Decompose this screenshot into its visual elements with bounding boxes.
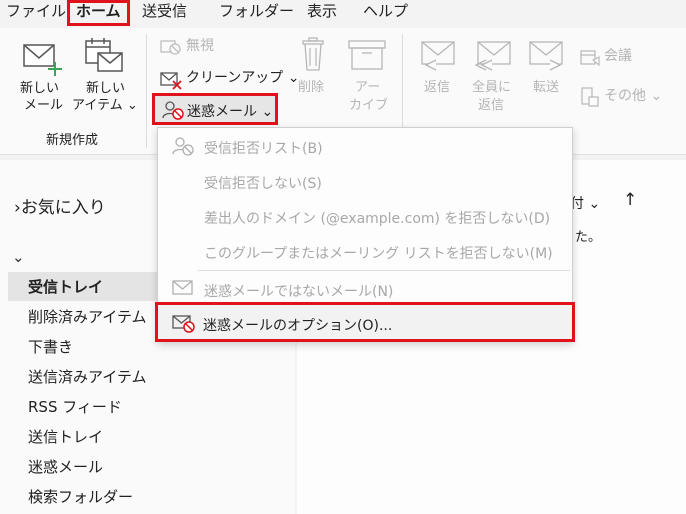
chevron-down-icon[interactable]: ⌄ bbox=[12, 248, 25, 266]
folder-search[interactable]: 検索フォルダー bbox=[28, 486, 133, 507]
folder-inbox[interactable]: 受信トレイ bbox=[28, 276, 103, 297]
menu-item-never-block-sender[interactable]: 受信拒否しない(S) bbox=[204, 173, 322, 193]
archive-label-1: アー bbox=[355, 80, 381, 95]
new-item-label-1: 新しい bbox=[86, 81, 126, 96]
reply-all-icon bbox=[474, 41, 511, 71]
folder-deleted[interactable]: 削除済みアイテム bbox=[28, 306, 147, 327]
tab-view[interactable]: 表示 bbox=[307, 0, 337, 24]
folder-outbox[interactable]: 送信トレイ bbox=[28, 426, 103, 447]
folder-drafts[interactable]: 下書き bbox=[28, 336, 73, 357]
forward-icon bbox=[529, 41, 563, 71]
ribbon-separator bbox=[146, 34, 147, 148]
new-item-label-2: アイテム ⌄ bbox=[72, 98, 138, 113]
favorites-header[interactable]: ›お気に入り bbox=[14, 193, 106, 218]
tab-home[interactable]: ホーム bbox=[67, 0, 130, 26]
favorites-label: お気に入り bbox=[20, 198, 106, 218]
chevron-right-icon: › bbox=[14, 198, 21, 218]
calendar-mail-icon bbox=[85, 38, 123, 72]
ignore-icon bbox=[160, 40, 181, 55]
cleanup-icon bbox=[160, 72, 182, 90]
junk-mail-label: 迷惑メール ⌄ bbox=[187, 104, 274, 120]
block-list-icon bbox=[172, 137, 194, 156]
more-label: その他 ⌄ bbox=[604, 88, 663, 104]
junk-mail-button[interactable]: 迷惑メール ⌄ bbox=[152, 93, 278, 125]
group-label-new: 新規作成 bbox=[46, 133, 99, 148]
junk-options-icon bbox=[172, 315, 195, 333]
trash-icon bbox=[302, 37, 324, 71]
not-junk-icon bbox=[172, 280, 193, 295]
reply-all-label-2: 返信 bbox=[478, 98, 505, 113]
ignore-label: 無視 bbox=[186, 38, 214, 54]
forward-label: 転送 bbox=[533, 80, 560, 95]
new-mail-label-2: メール bbox=[24, 98, 64, 113]
menu-item-never-block-group[interactable]: このグループまたはメーリング リストを拒否しない(M) bbox=[204, 243, 553, 263]
menu-item-never-block-domain[interactable]: 差出人のドメイン (@example.com) を拒否しない(D) bbox=[204, 208, 550, 228]
menu-item-junk-options[interactable]: 迷惑メールのオプション(O)... bbox=[155, 302, 575, 342]
folder-junk[interactable]: 迷惑メール bbox=[28, 456, 103, 477]
archive-label-2: カイブ bbox=[349, 98, 389, 113]
tab-folder[interactable]: フォルダー bbox=[219, 0, 294, 24]
tab-file[interactable]: ファイル bbox=[6, 0, 66, 24]
new-mail-label-1: 新しい bbox=[20, 81, 60, 96]
new-mail-icon bbox=[23, 44, 62, 76]
junk-options-label: 迷惑メールのオプション(O)... bbox=[203, 318, 393, 334]
reply-all-label-1: 全員に bbox=[472, 80, 512, 95]
sort-direction-icon[interactable]: ↑ bbox=[623, 190, 637, 210]
more-icon bbox=[581, 87, 599, 107]
meeting-icon bbox=[580, 50, 600, 66]
folder-rss[interactable]: RSS フィード bbox=[28, 396, 122, 417]
folder-sent[interactable]: 送信済みアイテム bbox=[28, 366, 147, 387]
archive-icon bbox=[348, 40, 386, 70]
sort-dropdown[interactable]: 付 ⌄ bbox=[570, 193, 600, 213]
menu-separator bbox=[198, 270, 570, 271]
tab-help[interactable]: ヘルプ bbox=[363, 0, 408, 24]
delete-label: 削除 bbox=[298, 80, 325, 95]
menu-bar: ファイル ホーム 送受信 フォルダー 表示 ヘルプ bbox=[0, 0, 686, 26]
meeting-label: 会議 bbox=[604, 48, 632, 64]
menu-item-block-sender[interactable]: 受信拒否リスト(B) bbox=[204, 138, 323, 158]
junk-person-icon bbox=[162, 101, 184, 120]
cleanup-label: クリーンアップ ⌄ bbox=[186, 70, 300, 86]
menu-item-not-junk[interactable]: 迷惑メールではないメール(N) bbox=[204, 281, 393, 301]
empty-message-text: た。 bbox=[575, 230, 602, 245]
tab-send-receive[interactable]: 送受信 bbox=[142, 0, 187, 24]
reply-icon bbox=[421, 41, 455, 71]
reply-label: 返信 bbox=[424, 80, 451, 95]
